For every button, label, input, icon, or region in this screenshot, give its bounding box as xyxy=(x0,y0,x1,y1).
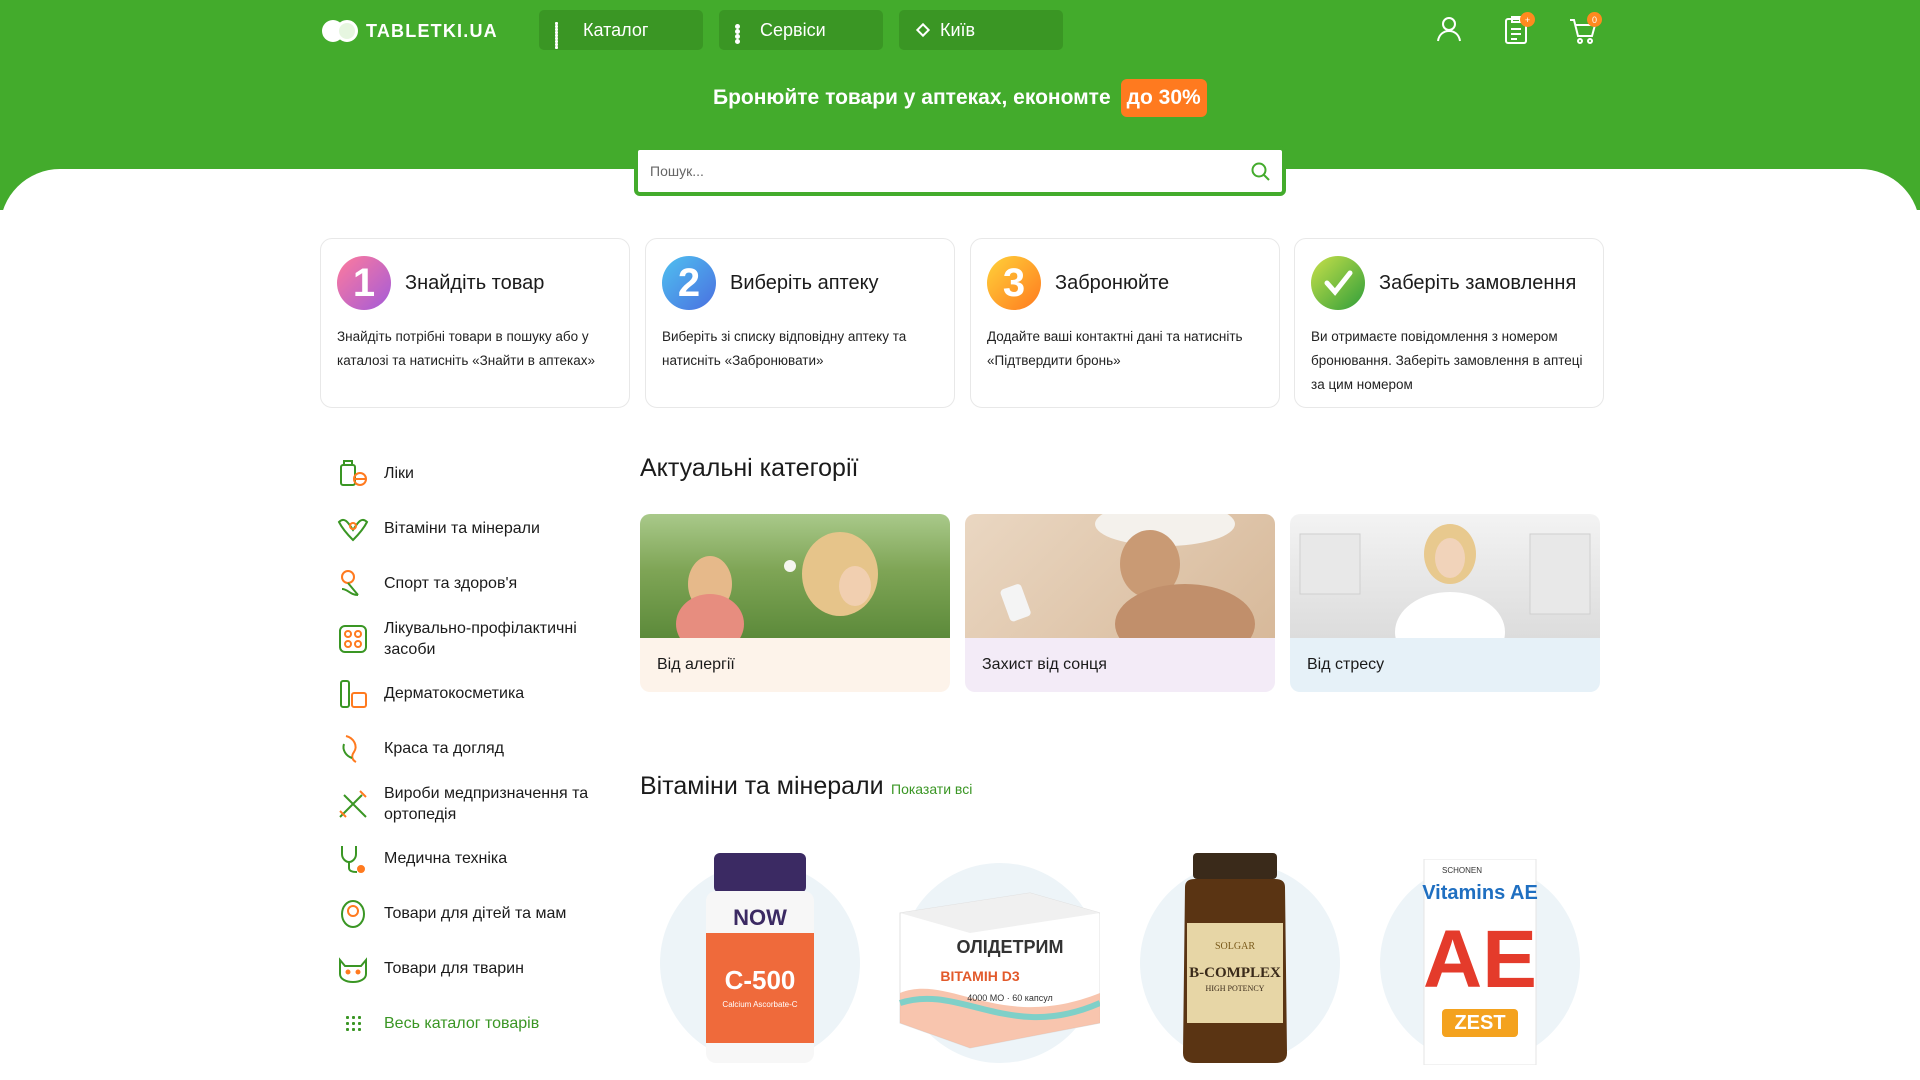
sidebar-item-orthopedics[interactable]: Вироби медпризначення та ортопедія xyxy=(336,776,616,831)
step-card-3: 3 Забронюйте Додайте ваші контактні дані… xyxy=(970,238,1280,408)
product-name: ВІТАМІН D3 xyxy=(940,968,1019,984)
sidebar-item-sport[interactable]: Спорт та здоров'я xyxy=(336,556,616,611)
product-sub: 4000 МО · 60 капсул xyxy=(967,993,1053,1003)
sidebar-item-medicines[interactable]: Ліки xyxy=(336,446,616,501)
step-number-3: 3 xyxy=(987,256,1041,310)
category-label: Від алергії xyxy=(640,638,950,692)
sidebar-item-vitamins[interactable]: Вітаміни та мінерали xyxy=(336,501,616,556)
sport-icon xyxy=(341,569,359,596)
location-icon xyxy=(915,22,931,38)
product-sub: Calcium Ascorbate-C xyxy=(722,1000,797,1009)
checkmark-icon xyxy=(1311,256,1365,310)
categories-title: Актуальні категорії xyxy=(640,454,859,482)
prophylactic-icon xyxy=(339,624,367,653)
product-card[interactable]: NOW C-500 Calcium Ascorbate-C xyxy=(650,853,860,1080)
services-icon xyxy=(735,23,748,44)
cosmetics-icon xyxy=(340,679,367,708)
sidebar-all-catalog[interactable]: Весь каталог товарів xyxy=(336,996,616,1051)
product-card[interactable]: Vitamins AE SCHONEN AE ZEST xyxy=(1370,853,1580,1080)
category-card-sun-protection[interactable]: Захист від сонця xyxy=(965,514,1275,692)
sidebar-item-kids[interactable]: Товари для дітей та мам xyxy=(336,886,616,941)
grid-icon xyxy=(336,1007,370,1041)
product-image: NOW C-500 Calcium Ascorbate-C xyxy=(706,853,814,1063)
product-name: Vitamins AE xyxy=(1422,882,1538,904)
step-title: Забронюйте xyxy=(1055,271,1170,294)
city-select-button[interactable]: Київ xyxy=(899,10,1063,50)
category-image xyxy=(640,514,950,638)
user-icon xyxy=(1437,17,1461,42)
step-title: Заберіть замовлення xyxy=(1379,271,1577,294)
services-label: Сервіси xyxy=(760,19,826,40)
search-bar xyxy=(634,146,1286,196)
cat-icon xyxy=(339,956,367,983)
beauty-icon xyxy=(342,734,357,763)
sidebar-item-pets[interactable]: Товари для тварин xyxy=(336,941,616,996)
vitamins-title: Вітаміни та мінерали xyxy=(640,772,884,800)
reservations-button[interactable]: + xyxy=(1501,12,1535,46)
pills-icon xyxy=(340,459,367,486)
search-input[interactable] xyxy=(650,163,1250,179)
catalog-button[interactable]: Каталог xyxy=(539,10,703,50)
product-brand: SCHONEN xyxy=(1442,866,1482,875)
step-number-1: 1 xyxy=(337,256,391,310)
product-brand: SOLGAR xyxy=(1215,941,1255,952)
product-brand: ОЛІДЕТРИМ xyxy=(957,937,1064,957)
category-card-stress[interactable]: Від стресу xyxy=(1290,514,1600,692)
cart-badge: 0 xyxy=(1587,12,1602,27)
cart-button[interactable]: 0 xyxy=(1568,12,1602,46)
category-label: Захист від сонця xyxy=(965,638,1275,692)
baby-icon xyxy=(341,899,365,928)
site-logo[interactable]: TABLETKI.UA xyxy=(322,18,498,44)
product-card[interactable]: ОЛІДЕТРИМ ВІТАМІН D3 4000 МО · 60 капсул xyxy=(890,853,1100,1080)
product-card[interactable]: SOLGAR B-COMPLEX HIGH POTENCY xyxy=(1130,853,1340,1080)
step-number-2: 2 xyxy=(662,256,716,310)
sidebar-item-medical-devices[interactable]: Медична техніка xyxy=(336,831,616,886)
category-image xyxy=(965,514,1275,638)
product-image: SOLGAR B-COMPLEX HIGH POTENCY xyxy=(1183,853,1287,1063)
grid-icon xyxy=(555,22,571,49)
step-text: Виберіть зі списку відповідну аптеку та … xyxy=(662,329,907,368)
step-title: Знайдіть товар xyxy=(405,271,545,294)
account-button[interactable] xyxy=(1434,14,1464,46)
city-label: Київ xyxy=(940,19,976,40)
stethoscope-icon xyxy=(341,845,365,873)
catalog-label: Каталог xyxy=(583,19,649,40)
product-sub: ZEST xyxy=(1454,1012,1505,1034)
services-button[interactable]: Сервіси xyxy=(719,10,883,50)
product-image: ОЛІДЕТРИМ ВІТАМІН D3 4000 МО · 60 капсул xyxy=(899,892,1100,1049)
step-text: Ви отримаєте повідомлення з номером брон… xyxy=(1311,329,1583,392)
step-text: Знайдіть потрібні товари в пошуку або у … xyxy=(337,329,596,368)
product-sub: HIGH POTENCY xyxy=(1206,984,1265,993)
promo-text: Бронюйте товари у аптеках, економте xyxy=(713,86,1111,109)
product-name: B-COMPLEX xyxy=(1189,965,1281,981)
step-title: Виберіть аптеку xyxy=(730,271,879,294)
sidebar-item-dermacosmetics[interactable]: Дерматокосметика xyxy=(336,666,616,721)
promo-banner: Бронюйте товари у аптеках, економте до 3… xyxy=(713,77,1207,119)
svg-text:AE: AE xyxy=(1423,914,1537,1005)
product-brand: NOW xyxy=(733,905,787,930)
vitamins-icon xyxy=(337,518,369,541)
promo-discount-badge: до 30% xyxy=(1120,79,1207,117)
sidebar-item-beauty[interactable]: Краса та догляд xyxy=(336,721,616,776)
step-card-4: Заберіть замовлення Ви отримаєте повідом… xyxy=(1294,238,1604,408)
category-label: Від стресу xyxy=(1290,638,1600,692)
logo-icon xyxy=(322,20,358,42)
logo-text: TABLETKI.UA xyxy=(366,20,498,41)
orthopedics-icon xyxy=(339,789,367,818)
search-icon[interactable] xyxy=(1250,161,1270,181)
step-card-2: 2 Виберіть аптеку Виберіть зі списку від… xyxy=(645,238,955,408)
step-card-1: 1 Знайдіть товар Знайдіть потрібні товар… xyxy=(320,238,630,408)
category-image xyxy=(1290,514,1600,638)
sidebar-item-prophylactic[interactable]: Лікувально-профілактичні засоби xyxy=(336,611,616,666)
product-name: C-500 xyxy=(725,965,796,995)
category-card-allergy[interactable]: Від алергії xyxy=(640,514,950,692)
show-all-link[interactable]: Показати всі xyxy=(891,781,972,797)
step-text: Додайте ваші контактні дані та натисніть… xyxy=(987,329,1243,368)
reservations-badge: + xyxy=(1520,12,1535,27)
product-image: Vitamins AE SCHONEN AE ZEST xyxy=(1422,859,1538,1065)
category-sidebar: Ліки Вітаміни та мінерали Спорт та здоро… xyxy=(336,446,616,1051)
